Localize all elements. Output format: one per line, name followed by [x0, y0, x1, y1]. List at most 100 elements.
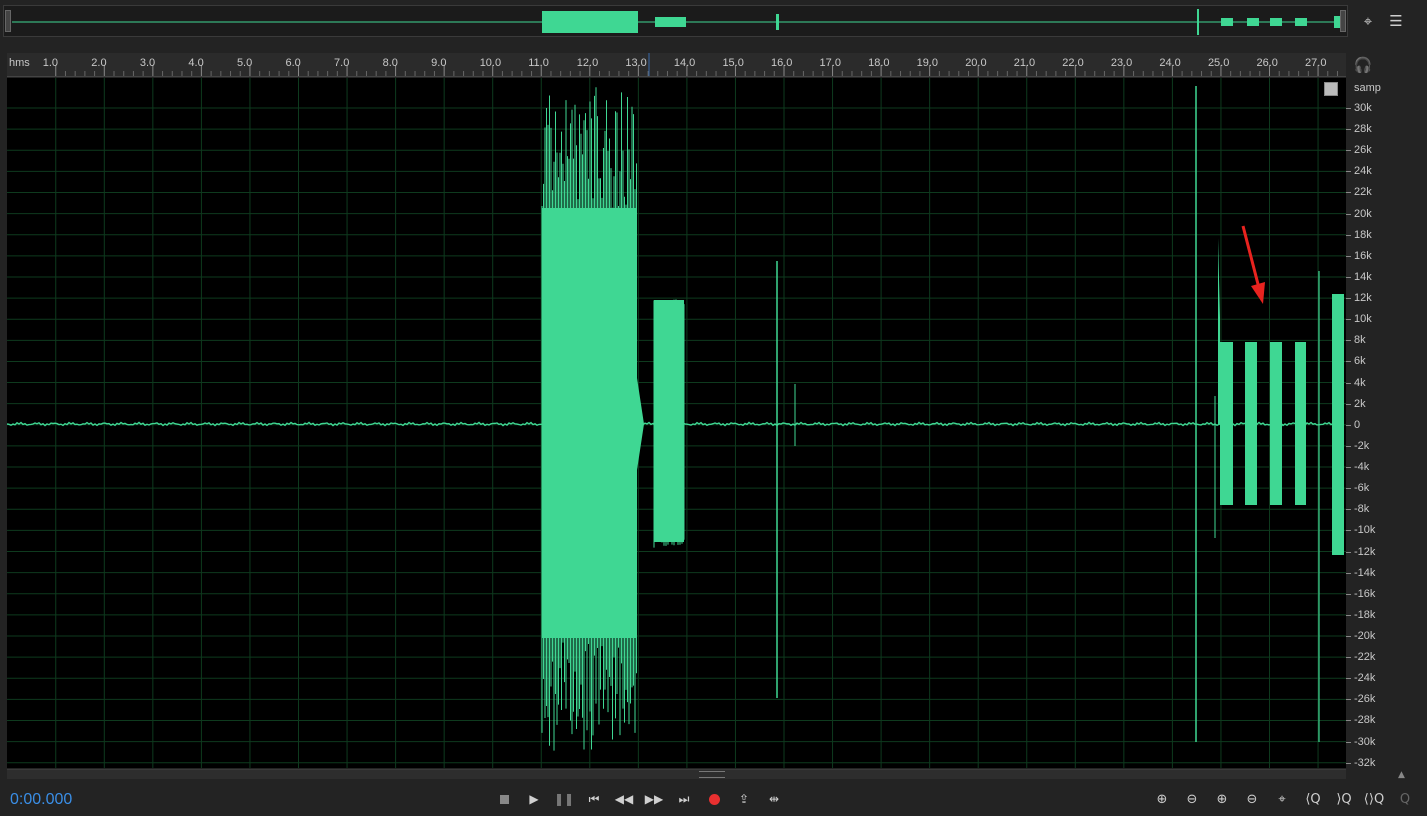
annotation-arrow-shaft: [1241, 225, 1261, 289]
amplitude-tick: [1346, 678, 1351, 680]
amplitude-tick-label: -2k: [1354, 439, 1370, 452]
zoom-in-right-icon[interactable]: ⟩Q: [1331, 788, 1357, 810]
amplitude-tick-label: -32k: [1354, 756, 1376, 769]
time-tick-label: 8.0: [382, 57, 398, 69]
amplitude-tick: [1346, 319, 1351, 321]
time-tick-label: 23.0: [1110, 57, 1133, 69]
amplitude-tick: [1346, 614, 1351, 616]
zoom-out-time-icon[interactable]: ⊖: [1239, 788, 1265, 810]
amplitude-ruler[interactable]: samp 30k 28k 26k 24k 22k 20k 18k 16k 14k 12k 10k 8k…: [1346, 78, 1419, 769]
time-tick-label: 14.0: [673, 57, 696, 69]
time-tick-label: 22.0: [1062, 57, 1084, 69]
zoom-in-amplitude-icon[interactable]: ⊕: [1149, 788, 1175, 810]
amplitude-tick-label: -6k: [1354, 482, 1370, 495]
amplitude-tick-label: -28k: [1354, 714, 1376, 727]
time-tick-label: 7.0: [334, 57, 350, 69]
time-tick-label: 9.0: [431, 57, 447, 69]
amplitude-tick: [1346, 298, 1351, 300]
stop-icon[interactable]: [492, 788, 516, 810]
time-tick-label: 3.0: [139, 57, 156, 69]
time-tick-label: 6.0: [285, 57, 301, 69]
amplitude-tick-label: 28k: [1354, 123, 1372, 136]
amplitude-tick-label: -18k: [1354, 608, 1376, 621]
time-tick-label: 16.0: [771, 57, 793, 69]
waveform-display[interactable]: [6, 78, 1346, 768]
amplitude-tick: [1346, 720, 1351, 722]
waveform-tone-burst: [1220, 342, 1233, 505]
play-loop-icon[interactable]: ⇪: [732, 788, 756, 810]
amplitude-tick-label: -24k: [1354, 672, 1376, 685]
time-tick-label: 24.0: [1159, 57, 1181, 69]
amplitude-tick-label: 6k: [1354, 355, 1366, 368]
overview-tone-burst: [1221, 18, 1233, 26]
time-tick-label: 15.0: [722, 57, 744, 69]
headphones-icon[interactable]: 🎧: [1353, 55, 1373, 75]
skip-selection-icon[interactable]: ⇹: [762, 788, 786, 810]
horizontal-scrollbar[interactable]: [7, 769, 1346, 779]
rewind-icon[interactable]: ◀◀: [612, 788, 636, 810]
amplitude-tick-label: -26k: [1354, 693, 1376, 706]
waveform-tone-burst: [1295, 342, 1306, 505]
scroll-up-arrow-icon[interactable]: ▲: [1398, 770, 1405, 780]
waveform-burst-tail: [637, 378, 644, 470]
time-ruler[interactable]: hms 1.0 2.0 3.0 4.0 5.0 6.0 7.0 8.0 9.0 10.0 11.0 1…: [7, 53, 1346, 77]
amplitude-tick-label: 4k: [1354, 376, 1366, 389]
skip-to-end-icon[interactable]: ⏭: [672, 788, 696, 810]
menu-icon[interactable]: ☰: [1386, 11, 1406, 31]
zoom-selection-icon[interactable]: ⟨⟩Q: [1361, 788, 1387, 810]
time-tick-label: 26.0: [1256, 57, 1278, 69]
overview-spike: [1197, 9, 1199, 35]
zoom-full-icon[interactable]: ⌖: [1269, 788, 1295, 810]
zoom-in-left-icon[interactable]: ⟨Q: [1300, 788, 1326, 810]
overview-spike: [776, 14, 779, 30]
amplitude-tick-label: -10k: [1354, 524, 1376, 537]
time-tick-label: 21.0: [1013, 57, 1036, 69]
overview-waveform: [12, 9, 1340, 35]
amplitude-tick-label: 26k: [1354, 144, 1372, 157]
annotation-arrow-head: [1251, 282, 1265, 304]
timecode-display[interactable]: 0:00.000: [10, 791, 72, 809]
zoom-out-amplitude-icon[interactable]: ⊖: [1179, 788, 1205, 810]
amplitude-tick-label: 20k: [1354, 207, 1372, 220]
overview-tone-burst-end: [1334, 16, 1340, 28]
pause-icon[interactable]: ❚❚: [552, 788, 576, 810]
play-icon[interactable]: ▶: [522, 788, 546, 810]
amplitude-tick: [1346, 403, 1351, 405]
amplitude-tick-label: 12k: [1354, 292, 1372, 305]
waveform-canvas: [6, 78, 1346, 768]
amplitude-tick: [1346, 340, 1351, 342]
expand-icon[interactable]: [1324, 82, 1338, 96]
skip-to-start-icon[interactable]: ⏮: [582, 788, 606, 810]
amplitude-tick: [1346, 361, 1351, 363]
zoom-in-time-icon[interactable]: ⊕: [1209, 788, 1235, 810]
amplitude-tick-label: 14k: [1354, 270, 1372, 283]
time-tick-label: 19.0: [916, 57, 939, 69]
amplitude-tick: [1346, 192, 1351, 194]
amplitude-tick: [1346, 108, 1351, 109]
amplitude-tick-label: -4k: [1354, 461, 1370, 474]
amplitude-tick-label: 10k: [1354, 313, 1372, 326]
amplitude-tick: [1346, 636, 1351, 637]
overview-navigator[interactable]: [3, 5, 1348, 37]
overview-tone-burst: [1295, 18, 1307, 26]
amplitude-tick: [1346, 572, 1351, 574]
amplitude-tick: [1346, 593, 1351, 595]
time-tick-label: 12.0: [576, 57, 599, 69]
amplitude-tick: [1346, 382, 1351, 384]
transport-bar: 0:00.000 ▶ ❚❚ ⏮ ◀◀ ▶▶ ⏭ ⇪ ⇹ ⊕ ⊖ ⊕ ⊖ ⌖ ⟨Q…: [0, 782, 1427, 816]
record-icon[interactable]: [702, 788, 726, 810]
zoom-reset-icon[interactable]: Q: [1392, 788, 1418, 810]
amplitude-tick-label: -14k: [1354, 566, 1376, 579]
time-tick-label: 5.0: [236, 57, 253, 69]
amplitude-tick-label: -30k: [1354, 735, 1376, 748]
time-tick-label: 1.0: [42, 57, 59, 69]
time-tick-label: 20.0: [965, 57, 987, 69]
amplitude-tick: [1346, 509, 1351, 511]
amplitude-tick: [1346, 699, 1351, 701]
scrollbar-grip[interactable]: [699, 771, 725, 778]
amplitude-tick: [1346, 213, 1351, 215]
amplitude-tick-label: 30k: [1354, 102, 1372, 114]
fast-forward-icon[interactable]: ▶▶: [642, 788, 666, 810]
zoom-navigator-icon[interactable]: ⌖: [1358, 11, 1378, 31]
amplitude-tick-label: 0: [1354, 418, 1361, 431]
